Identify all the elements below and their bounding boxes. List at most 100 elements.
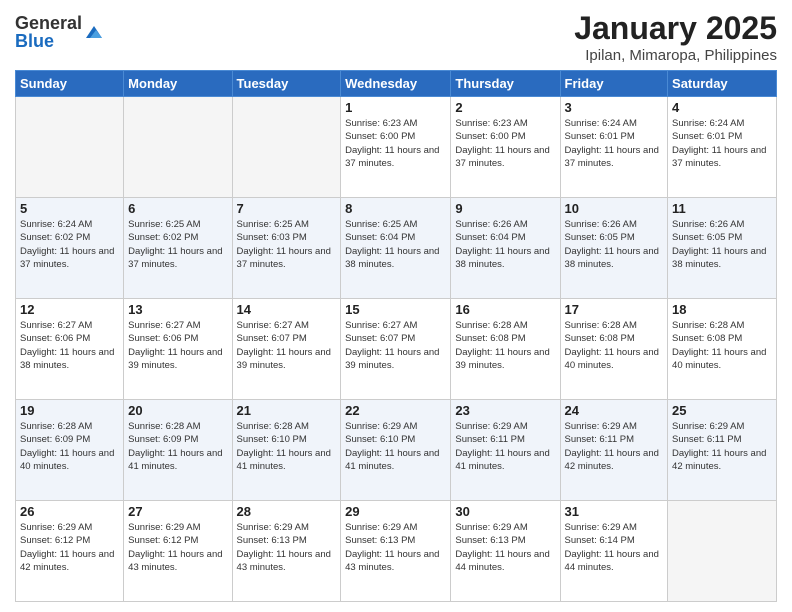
day-number: 23: [455, 403, 555, 418]
day-number: 21: [237, 403, 337, 418]
day-number: 29: [345, 504, 446, 519]
logo-general: General: [15, 14, 82, 32]
title-block: January 2025 Ipilan, Mimaropa, Philippin…: [574, 10, 777, 64]
day-number: 19: [20, 403, 119, 418]
calendar-cell: 20Sunrise: 6:28 AM Sunset: 6:09 PM Dayli…: [124, 400, 232, 501]
calendar-cell: 13 Sunrise: 6:27 AM Sunset: 6:06 PM Dayli…: [124, 299, 232, 400]
calendar-cell: 21 Sunrise: 6:28 AM Sunset: 6:10 PM Dayli…: [232, 400, 341, 501]
day-info: Sunrise: 6:24 AM Sunset: 6:01 PM Dayligh…: [672, 117, 772, 170]
day-info: Sunrise: 6:29 AM Sunset: 6:13 PM Dayligh…: [455, 521, 555, 574]
calendar-cell: 9 Sunrise: 6:26 AM Sunset: 6:04 PM Daylig…: [451, 198, 560, 299]
calendar-cell: 19 Sunrise: 6:28 AM Sunset: 6:09 PM Dayli…: [16, 400, 124, 501]
calendar-header-wednesday: Wednesday: [341, 71, 451, 97]
calendar-cell: 2Sunrise: 6:23 AM Sunset: 6:00 PM Daylig…: [451, 97, 560, 198]
calendar-week-row: 26 Sunrise: 6:29 AM Sunset: 6:12 PM Dayli…: [16, 501, 777, 602]
day-number: 17: [565, 302, 664, 317]
calendar-cell: 17 Sunrise: 6:28 AM Sunset: 6:08 PM Dayli…: [560, 299, 668, 400]
day-number: 14: [237, 302, 337, 317]
day-info: Sunrise: 6:25 AM Sunset: 6:03 PM Dayligh…: [237, 218, 337, 271]
calendar-cell: [16, 97, 124, 198]
calendar-cell: 22Sunrise: 6:29 AM Sunset: 6:10 PM Dayli…: [341, 400, 451, 501]
day-info: Sunrise: 6:29 AM Sunset: 6:12 PM Dayligh…: [20, 521, 119, 574]
day-info: Sunrise: 6:28 AM Sunset: 6:10 PM Dayligh…: [237, 420, 337, 473]
calendar-cell: 3Sunrise: 6:24 AM Sunset: 6:01 PM Daylig…: [560, 97, 668, 198]
title-location: Ipilan, Mimaropa, Philippines: [574, 47, 777, 64]
day-info: Sunrise: 6:29 AM Sunset: 6:11 PM Dayligh…: [455, 420, 555, 473]
calendar-header-thursday: Thursday: [451, 71, 560, 97]
logo-icon: [84, 22, 104, 42]
day-number: 6: [128, 201, 227, 216]
day-info: Sunrise: 6:27 AM Sunset: 6:06 PM Dayligh…: [128, 319, 227, 372]
calendar-header-row: SundayMondayTuesdayWednesdayThursdayFrid…: [16, 71, 777, 97]
day-number: 9: [455, 201, 555, 216]
calendar-cell: [124, 97, 232, 198]
day-number: 26: [20, 504, 119, 519]
day-info: Sunrise: 6:26 AM Sunset: 6:05 PM Dayligh…: [672, 218, 772, 271]
day-number: 11: [672, 201, 772, 216]
day-number: 12: [20, 302, 119, 317]
day-number: 25: [672, 403, 772, 418]
day-info: Sunrise: 6:29 AM Sunset: 6:11 PM Dayligh…: [565, 420, 664, 473]
day-number: 8: [345, 201, 446, 216]
day-number: 30: [455, 504, 555, 519]
day-number: 28: [237, 504, 337, 519]
logo: General Blue: [15, 14, 104, 50]
logo-text: General Blue: [15, 14, 82, 50]
calendar-cell: 5Sunrise: 6:24 AM Sunset: 6:02 PM Daylig…: [16, 198, 124, 299]
day-info: Sunrise: 6:29 AM Sunset: 6:11 PM Dayligh…: [672, 420, 772, 473]
day-info: Sunrise: 6:29 AM Sunset: 6:13 PM Dayligh…: [237, 521, 337, 574]
day-number: 31: [565, 504, 664, 519]
calendar-cell: [668, 501, 777, 602]
day-number: 1: [345, 100, 446, 115]
day-number: 18: [672, 302, 772, 317]
day-info: Sunrise: 6:25 AM Sunset: 6:04 PM Dayligh…: [345, 218, 446, 271]
day-number: 16: [455, 302, 555, 317]
day-number: 27: [128, 504, 227, 519]
calendar-cell: 28 Sunrise: 6:29 AM Sunset: 6:13 PM Dayli…: [232, 501, 341, 602]
day-number: 20: [128, 403, 227, 418]
day-number: 7: [237, 201, 337, 216]
day-number: 13: [128, 302, 227, 317]
logo-blue: Blue: [15, 32, 82, 50]
calendar-header-saturday: Saturday: [668, 71, 777, 97]
calendar-cell: 10Sunrise: 6:26 AM Sunset: 6:05 PM Dayli…: [560, 198, 668, 299]
calendar-cell: 12 Sunrise: 6:27 AM Sunset: 6:06 PM Dayli…: [16, 299, 124, 400]
day-info: Sunrise: 6:27 AM Sunset: 6:07 PM Dayligh…: [345, 319, 446, 372]
calendar-cell: 7 Sunrise: 6:25 AM Sunset: 6:03 PM Daylig…: [232, 198, 341, 299]
day-number: 15: [345, 302, 446, 317]
day-info: Sunrise: 6:29 AM Sunset: 6:12 PM Dayligh…: [128, 521, 227, 574]
day-info: Sunrise: 6:24 AM Sunset: 6:02 PM Dayligh…: [20, 218, 119, 271]
calendar-week-row: 5Sunrise: 6:24 AM Sunset: 6:02 PM Daylig…: [16, 198, 777, 299]
day-info: Sunrise: 6:27 AM Sunset: 6:06 PM Dayligh…: [20, 319, 119, 372]
calendar-header-monday: Monday: [124, 71, 232, 97]
calendar-week-row: 1 Sunrise: 6:23 AM Sunset: 6:00 PM Daylig…: [16, 97, 777, 198]
calendar-cell: 26 Sunrise: 6:29 AM Sunset: 6:12 PM Dayli…: [16, 501, 124, 602]
header: General Blue January 2025 Ipilan, Mimaro…: [15, 10, 777, 64]
calendar-cell: 16Sunrise: 6:28 AM Sunset: 6:08 PM Dayli…: [451, 299, 560, 400]
calendar-cell: 11 Sunrise: 6:26 AM Sunset: 6:05 PM Dayli…: [668, 198, 777, 299]
day-number: 2: [455, 100, 555, 115]
day-info: Sunrise: 6:23 AM Sunset: 6:00 PM Dayligh…: [345, 117, 446, 170]
calendar-cell: 23 Sunrise: 6:29 AM Sunset: 6:11 PM Dayli…: [451, 400, 560, 501]
calendar-cell: [232, 97, 341, 198]
day-info: Sunrise: 6:27 AM Sunset: 6:07 PM Dayligh…: [237, 319, 337, 372]
calendar-cell: 8 Sunrise: 6:25 AM Sunset: 6:04 PM Daylig…: [341, 198, 451, 299]
title-month: January 2025: [574, 10, 777, 47]
day-number: 24: [565, 403, 664, 418]
day-info: Sunrise: 6:25 AM Sunset: 6:02 PM Dayligh…: [128, 218, 227, 271]
calendar-cell: 14 Sunrise: 6:27 AM Sunset: 6:07 PM Dayli…: [232, 299, 341, 400]
day-info: Sunrise: 6:28 AM Sunset: 6:08 PM Dayligh…: [565, 319, 664, 372]
calendar-header-tuesday: Tuesday: [232, 71, 341, 97]
calendar-table: SundayMondayTuesdayWednesdayThursdayFrid…: [15, 70, 777, 602]
calendar-cell: 4Sunrise: 6:24 AM Sunset: 6:01 PM Daylig…: [668, 97, 777, 198]
calendar-header-sunday: Sunday: [16, 71, 124, 97]
day-info: Sunrise: 6:28 AM Sunset: 6:08 PM Dayligh…: [672, 319, 772, 372]
day-number: 22: [345, 403, 446, 418]
day-info: Sunrise: 6:28 AM Sunset: 6:09 PM Dayligh…: [20, 420, 119, 473]
calendar-week-row: 12 Sunrise: 6:27 AM Sunset: 6:06 PM Dayli…: [16, 299, 777, 400]
day-info: Sunrise: 6:26 AM Sunset: 6:05 PM Dayligh…: [565, 218, 664, 271]
day-info: Sunrise: 6:26 AM Sunset: 6:04 PM Dayligh…: [455, 218, 555, 271]
calendar-cell: 30 Sunrise: 6:29 AM Sunset: 6:13 PM Dayli…: [451, 501, 560, 602]
calendar-cell: 1 Sunrise: 6:23 AM Sunset: 6:00 PM Daylig…: [341, 97, 451, 198]
day-info: Sunrise: 6:29 AM Sunset: 6:14 PM Dayligh…: [565, 521, 664, 574]
